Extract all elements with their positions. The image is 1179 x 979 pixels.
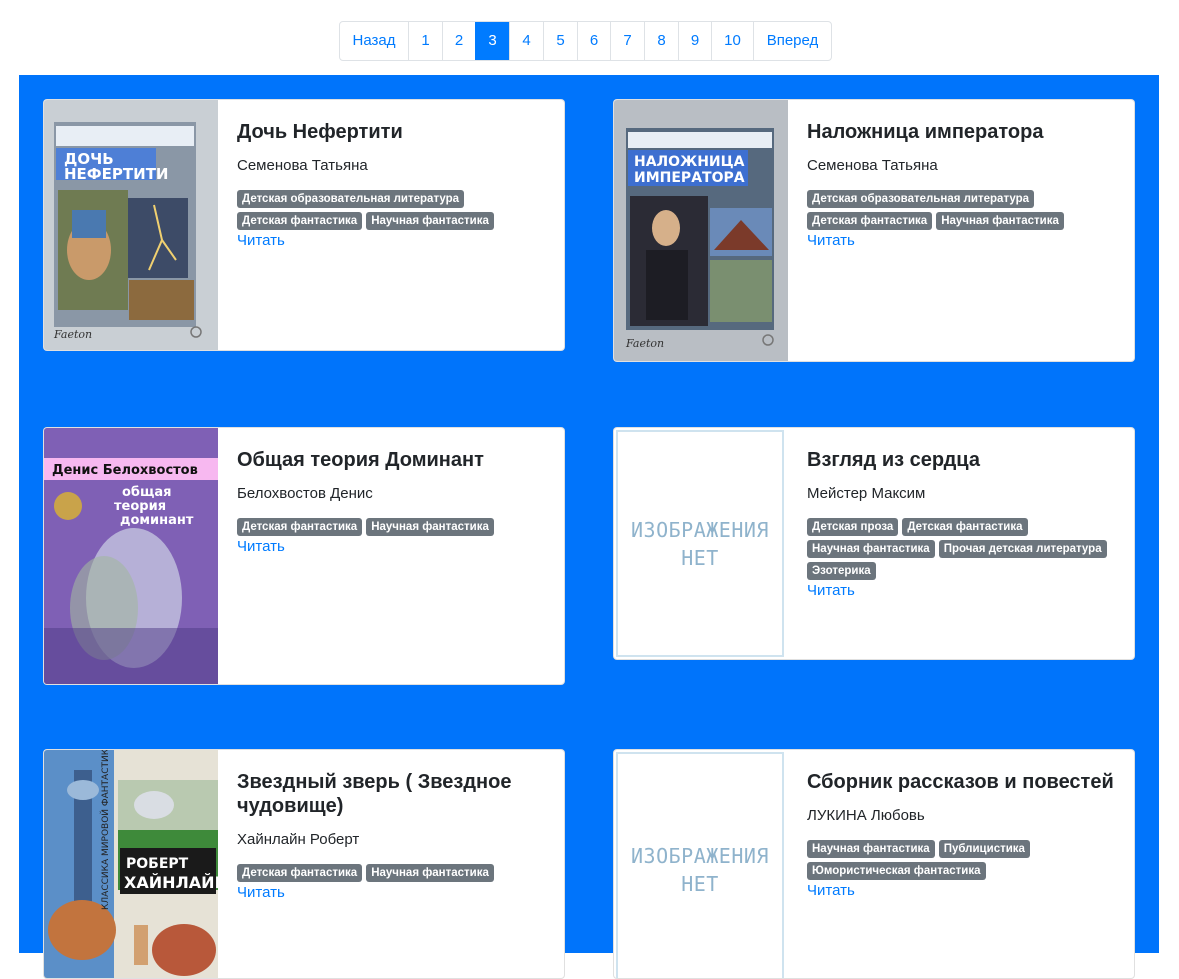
cover-heading-line2: ИМПЕРАТОРА bbox=[634, 170, 745, 186]
book-title[interactable]: Взгляд из сердца bbox=[807, 448, 1118, 472]
genre-tags: Научная фантастика Публицистика Юмористи… bbox=[807, 840, 1107, 880]
no-image-line1: ИЗОБРАЖЕНИЯ bbox=[631, 517, 769, 542]
genre-tag[interactable]: Детская фантастика bbox=[237, 518, 363, 536]
page-link-4[interactable]: 4 bbox=[509, 22, 543, 60]
cover-heading: Денис Белохвостов bbox=[52, 463, 198, 478]
page-link-3-active[interactable]: 3 bbox=[475, 22, 509, 60]
page-link-8[interactable]: 8 bbox=[644, 22, 678, 60]
book-cover-placeholder[interactable]: ИЗОБРАЖЕНИЯ НЕТ bbox=[614, 750, 788, 978]
genre-tag[interactable]: Научная фантастика bbox=[807, 840, 935, 858]
genre-tag[interactable]: Детская фантастика bbox=[807, 212, 933, 230]
cover-subheading-line1: общая bbox=[122, 485, 172, 500]
no-image-line1: ИЗОБРАЖЕНИЯ bbox=[631, 844, 769, 868]
genre-tag[interactable]: Детская проза bbox=[807, 518, 899, 536]
genre-tags: Детская образовательная литература Детск… bbox=[807, 190, 1107, 230]
pagination: Назад 1 2 3 4 5 6 7 8 9 10 Вперед bbox=[339, 21, 832, 61]
cover-series: КЛАССИКА МИРОВОЙ ФАНТАСТИКИ bbox=[99, 750, 111, 910]
no-image-line2: НЕТ bbox=[681, 872, 719, 896]
genre-tag[interactable]: Детская фантастика bbox=[237, 864, 363, 882]
book-cover[interactable]: Денис Белохвостов общая теория доминант bbox=[44, 428, 218, 684]
book-title[interactable]: Дочь Нефертити bbox=[237, 120, 548, 144]
book-card: ДОЧЬ НЕФЕРТИТИ Faeton Дочь Нефертити Сем… bbox=[43, 99, 565, 351]
book-cover[interactable]: ДОЧЬ НЕФЕРТИТИ Faeton bbox=[44, 100, 218, 350]
cover-subheading-line3: доминант bbox=[120, 513, 194, 528]
genre-tag[interactable]: Научная фантастика bbox=[366, 212, 494, 230]
book-author: ЛУКИНА Любовь bbox=[807, 807, 925, 824]
read-link[interactable]: Читать bbox=[237, 537, 548, 557]
book-list: ДОЧЬ НЕФЕРТИТИ Faeton Дочь Нефертити Сем… bbox=[19, 75, 1159, 979]
genre-tag[interactable]: Научная фантастика bbox=[366, 864, 494, 882]
book-title[interactable]: Общая теория Доминант bbox=[237, 448, 548, 472]
book-card: ИЗОБРАЖЕНИЯ НЕТ Сборник рассказов и пове… bbox=[613, 749, 1135, 979]
cover-publisher: Faeton bbox=[625, 337, 664, 350]
cover-heading-line1: НАЛОЖНИЦА bbox=[634, 154, 745, 170]
no-image-line2: НЕТ bbox=[681, 545, 719, 570]
genre-tags: Детская фантастика Научная фантастика bbox=[237, 518, 537, 536]
genre-tag[interactable]: Научная фантастика bbox=[366, 518, 494, 536]
read-link[interactable]: Читать bbox=[807, 231, 1118, 251]
page-link-6[interactable]: 6 bbox=[577, 22, 610, 60]
book-author: Мейстер Максим bbox=[807, 485, 926, 502]
read-link[interactable]: Читать bbox=[237, 883, 548, 903]
book-cover[interactable]: КЛАССИКА МИРОВОЙ ФАНТАСТИКИ РОБЕРТ ХАЙНЛ… bbox=[44, 750, 218, 978]
book-author: Хайнлайн Роберт bbox=[237, 831, 360, 848]
genre-tag[interactable]: Публицистика bbox=[938, 840, 1030, 858]
book-card: ИЗОБРАЖЕНИЯ НЕТ Взгляд из сердца Мейстер… bbox=[613, 427, 1135, 660]
next-page-link[interactable]: Вперед bbox=[753, 22, 831, 60]
genre-tag[interactable]: Детская фантастика bbox=[902, 518, 1028, 536]
page-link-2[interactable]: 2 bbox=[442, 22, 475, 60]
page-link-9[interactable]: 9 bbox=[678, 22, 711, 60]
book-title[interactable]: Сборник рассказов и повестей bbox=[807, 770, 1118, 794]
book-author: Семенова Татьяна bbox=[237, 157, 368, 174]
book-card: Денис Белохвостов общая теория доминант … bbox=[43, 427, 565, 685]
cover-subheading-line2: теория bbox=[114, 499, 166, 514]
book-title[interactable]: Наложница императора bbox=[807, 120, 1118, 144]
genre-tags: Детская фантастика Научная фантастика bbox=[237, 864, 537, 882]
cover-publisher: Faeton bbox=[53, 328, 92, 341]
book-cover[interactable]: НАЛОЖНИЦА ИМПЕРАТОРА Faeton bbox=[614, 100, 788, 361]
page-link-7[interactable]: 7 bbox=[610, 22, 644, 60]
cover-heading-line2: НЕФЕРТИТИ bbox=[64, 165, 169, 183]
no-image-placeholder: ИЗОБРАЖЕНИЯ НЕТ bbox=[616, 430, 784, 657]
book-card: НАЛОЖНИЦА ИМПЕРАТОРА Faeton Наложница им… bbox=[613, 99, 1135, 362]
genre-tag[interactable]: Эзотерика bbox=[807, 562, 876, 580]
read-link[interactable]: Читать bbox=[807, 881, 1118, 901]
genre-tag[interactable]: Детская фантастика bbox=[237, 212, 363, 230]
book-card: КЛАССИКА МИРОВОЙ ФАНТАСТИКИ РОБЕРТ ХАЙНЛ… bbox=[43, 749, 565, 979]
genre-tag[interactable]: Детская образовательная литература bbox=[807, 190, 1035, 208]
book-author: Семенова Татьяна bbox=[807, 157, 938, 174]
page-link-10[interactable]: 10 bbox=[711, 22, 753, 60]
genre-tag[interactable]: Научная фантастика bbox=[936, 212, 1064, 230]
book-title[interactable]: Звездный зверь ( Звездное чудовище) bbox=[237, 770, 548, 818]
page-link-1[interactable]: 1 bbox=[408, 22, 442, 60]
genre-tag[interactable]: Прочая детская литература bbox=[938, 540, 1107, 558]
genre-tags: Детская проза Детская фантастика Научная… bbox=[807, 518, 1107, 580]
book-cover-placeholder[interactable]: ИЗОБРАЖЕНИЯ НЕТ bbox=[614, 428, 788, 659]
no-image-placeholder: ИЗОБРАЖЕНИЯ НЕТ bbox=[616, 752, 784, 978]
page-link-5[interactable]: 5 bbox=[543, 22, 577, 60]
genre-tag[interactable]: Юмористическая фантастика bbox=[807, 862, 986, 880]
genre-tags: Детская образовательная литература Детск… bbox=[237, 190, 537, 230]
read-link[interactable]: Читать bbox=[807, 581, 1118, 601]
cover-heading-line1: РОБЕРТ bbox=[126, 856, 189, 872]
genre-tag[interactable]: Детская образовательная литература bbox=[237, 190, 465, 208]
genre-tag[interactable]: Научная фантастика bbox=[807, 540, 935, 558]
read-link[interactable]: Читать bbox=[237, 231, 548, 251]
prev-page-link[interactable]: Назад bbox=[340, 22, 408, 60]
cover-heading-line2: ХАЙНЛАЙН bbox=[124, 873, 218, 892]
book-author: Белохвостов Денис bbox=[237, 485, 373, 502]
